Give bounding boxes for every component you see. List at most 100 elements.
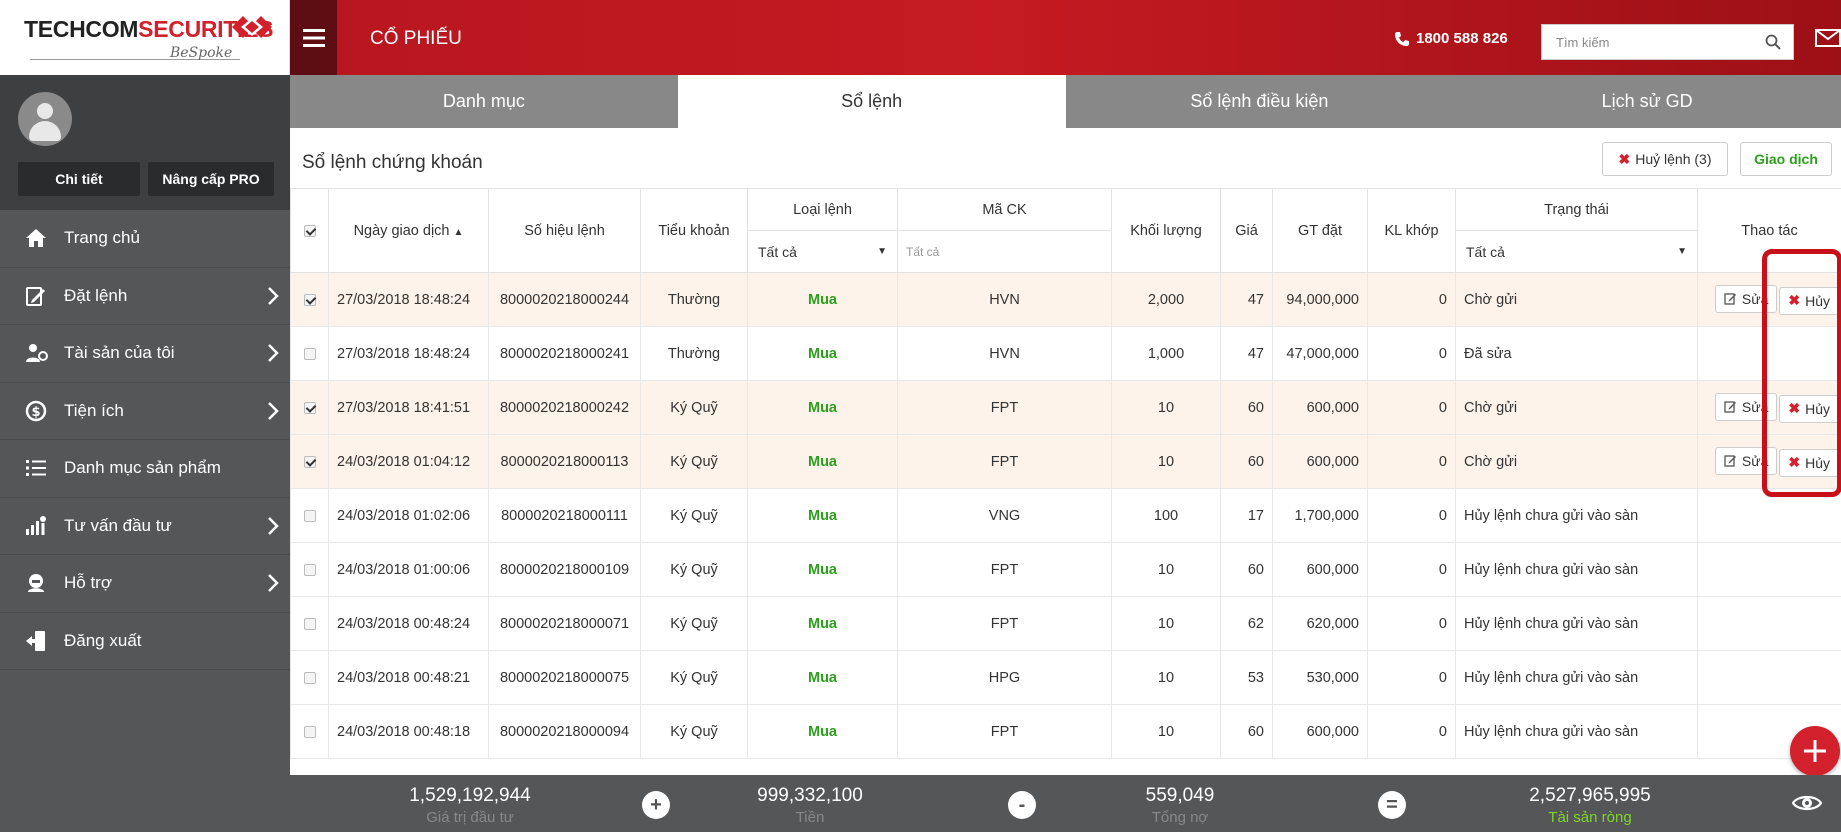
cell-matched: 0 bbox=[1367, 596, 1456, 651]
edit-order-button[interactable]: Sửa bbox=[1714, 284, 1778, 313]
avatar[interactable] bbox=[18, 92, 72, 146]
cell-value: 600,000 bbox=[1272, 434, 1368, 489]
upgrade-pro-button[interactable]: Nâng cấp PRO bbox=[148, 162, 274, 196]
cell-price: 17 bbox=[1220, 488, 1273, 543]
col-date[interactable]: Ngày giao dịch ▲ bbox=[328, 188, 489, 273]
cell-actions bbox=[1697, 542, 1841, 597]
cell-status: Hủy lệnh chưa gửi vào sàn bbox=[1455, 596, 1698, 651]
cell-volume: 2,000 bbox=[1111, 272, 1221, 327]
sidebar-item-home[interactable]: Trang chủ bbox=[0, 210, 290, 268]
row-checkbox[interactable] bbox=[303, 563, 316, 576]
row-checkbox[interactable] bbox=[303, 401, 316, 414]
search-icon[interactable] bbox=[1765, 34, 1781, 50]
sidebar-item-assets[interactable]: Tài sản của tôi bbox=[0, 325, 290, 383]
cell-status: Hủy lệnh chưa gửi vào sàn bbox=[1455, 488, 1698, 543]
row-select-cell bbox=[290, 704, 329, 759]
mail-icon[interactable] bbox=[1815, 29, 1841, 47]
hotline[interactable]: 1800 588 826 bbox=[1394, 30, 1508, 47]
cell-side: Mua bbox=[747, 380, 898, 435]
cell-price: 60 bbox=[1220, 434, 1273, 489]
table-row[interactable]: 24/03/2018 00:48:18 8000020218000094 Ký Qu… bbox=[290, 704, 1841, 759]
cancel-order-button[interactable]: ✖ Hủy bbox=[1779, 286, 1839, 315]
table-row[interactable]: 27/03/2018 18:41:51 8000020218000242 Ký Qu… bbox=[290, 380, 1841, 435]
symbol-filter-input[interactable]: Tất cả bbox=[898, 231, 1111, 272]
cell-status: Hủy lệnh chưa gửi vào sàn bbox=[1455, 542, 1698, 597]
status-filter[interactable]: Tất cả ▼ bbox=[1456, 231, 1697, 272]
net-assets-label: Tài sản ròng bbox=[1548, 809, 1632, 826]
sidebar-item-label: Đăng xuất bbox=[64, 630, 142, 650]
status-filter-cell: Tất cả ▼ bbox=[1455, 230, 1698, 273]
row-checkbox[interactable] bbox=[303, 617, 316, 630]
eye-icon[interactable] bbox=[1792, 793, 1822, 813]
trade-button[interactable]: Giao dịch bbox=[1740, 142, 1832, 176]
panel-header: Sổ lệnh chứng khoán ✖ Huỷ lệnh (3) Giao … bbox=[290, 128, 1841, 188]
cancel-order-button[interactable]: ✖ Hủy bbox=[1779, 448, 1839, 477]
search-input[interactable] bbox=[1542, 25, 1752, 59]
select-all-checkbox[interactable] bbox=[303, 224, 316, 237]
cell-matched: 0 bbox=[1367, 704, 1456, 759]
order-table-container[interactable]: Ngày giao dịch ▲ Số hiệu lệnh Tiểu khoản… bbox=[290, 188, 1841, 775]
brand-logo[interactable]: TECHCOMSECURITIES BeSpoke bbox=[0, 0, 290, 75]
table-row[interactable]: 27/03/2018 18:48:24 8000020218000241 Thườn… bbox=[290, 326, 1841, 381]
row-select-cell bbox=[290, 596, 329, 651]
tab-trade-history[interactable]: Lịch sử GD bbox=[1453, 75, 1841, 128]
row-checkbox[interactable] bbox=[303, 347, 316, 360]
dropdown-arrow-icon: ▼ bbox=[1677, 246, 1687, 257]
row-checkbox[interactable] bbox=[303, 455, 316, 468]
cell-side: Mua bbox=[747, 326, 898, 381]
table-row[interactable]: 27/03/2018 18:48:24 8000020218000244 Thườn… bbox=[290, 272, 1841, 327]
cell-actions bbox=[1697, 596, 1841, 651]
equals-operator-icon: = bbox=[1378, 791, 1406, 819]
sidebar-item-advisory[interactable]: Tư vấn đầu tư bbox=[0, 498, 290, 555]
advisory-icon bbox=[22, 514, 50, 538]
row-checkbox[interactable] bbox=[303, 671, 316, 684]
detail-button[interactable]: Chi tiết bbox=[18, 162, 140, 196]
table-row[interactable]: 24/03/2018 00:48:21 8000020218000075 Ký Qu… bbox=[290, 650, 1841, 705]
table-row[interactable]: 24/03/2018 01:04:12 8000020218000113 Ký Qu… bbox=[290, 434, 1841, 489]
tab-bar: Danh mục Sổ lệnh Sổ lệnh điều kiện Lịch … bbox=[290, 75, 1841, 128]
sidebar-item-products[interactable]: Danh mục sản phẩm bbox=[0, 440, 290, 498]
cell-side: Mua bbox=[747, 704, 898, 759]
sidebar-item-logout[interactable]: Đăng xuất bbox=[0, 613, 290, 670]
tab-portfolio[interactable]: Danh mục bbox=[290, 75, 678, 128]
row-checkbox[interactable] bbox=[303, 293, 316, 306]
tab-order-book[interactable]: Sổ lệnh bbox=[677, 75, 1066, 128]
cell-side: Mua bbox=[747, 596, 898, 651]
cancel-label: Hủy bbox=[1805, 454, 1830, 471]
edit-label: Sửa bbox=[1741, 290, 1769, 307]
cancel-order-button[interactable]: ✖ Hủy bbox=[1779, 394, 1839, 423]
sidebar-item-utilities[interactable]: $ Tiện ích bbox=[0, 383, 290, 440]
net-assets-summary: 2,527,965,995 Tài sản ròng bbox=[1470, 785, 1710, 826]
cell-actions bbox=[1697, 326, 1841, 381]
home-icon bbox=[22, 226, 50, 250]
cancel-orders-button[interactable]: ✖ Huỷ lệnh (3) bbox=[1602, 142, 1728, 176]
sidebar-item-order[interactable]: Đặt lệnh bbox=[0, 268, 290, 325]
cash-summary: 999,332,100 Tiền bbox=[710, 785, 910, 826]
support-icon bbox=[22, 571, 50, 595]
sidebar-menu: Trang chủ Đặt lệnh Tài sản của tôi $ Tiệ… bbox=[0, 210, 290, 670]
investment-summary: 1,529,192,944 Giá trị đầu tư bbox=[350, 785, 590, 826]
col-matched: KL khớp bbox=[1367, 188, 1456, 273]
menu-toggle-button[interactable] bbox=[290, 0, 337, 75]
sidebar-item-support[interactable]: Hỗ trợ bbox=[0, 555, 290, 613]
add-fab-button[interactable] bbox=[1790, 726, 1840, 776]
order-type-filter-cell: Tất cả ▼ bbox=[747, 230, 898, 273]
row-checkbox[interactable] bbox=[303, 509, 316, 522]
edit-order-button[interactable]: Sửa bbox=[1714, 446, 1778, 475]
cell-volume: 100 bbox=[1111, 488, 1221, 543]
cell-symbol: VNG bbox=[897, 488, 1112, 543]
panel-title: Sổ lệnh chứng khoán bbox=[302, 152, 483, 173]
row-checkbox[interactable] bbox=[303, 725, 316, 738]
cell-date: 24/03/2018 00:48:21 bbox=[328, 650, 489, 705]
table-row[interactable]: 24/03/2018 01:00:06 8000020218000109 Ký Qu… bbox=[290, 542, 1841, 597]
cell-symbol: FPT bbox=[897, 704, 1112, 759]
cell-matched: 0 bbox=[1367, 272, 1456, 327]
order-type-filter[interactable]: Tất cả ▼ bbox=[748, 231, 897, 272]
tab-conditional-order-book[interactable]: Sổ lệnh điều kiện bbox=[1065, 75, 1454, 128]
minus-operator-icon: - bbox=[1008, 791, 1036, 819]
edit-order-button[interactable]: Sửa bbox=[1714, 392, 1778, 421]
cell-status: Chờ gửi bbox=[1455, 272, 1698, 327]
cell-date: 24/03/2018 00:48:24 bbox=[328, 596, 489, 651]
table-row[interactable]: 24/03/2018 00:48:24 8000020218000071 Ký Qu… bbox=[290, 596, 1841, 651]
table-row[interactable]: 24/03/2018 01:02:06 8000020218000111 Ký Qu… bbox=[290, 488, 1841, 543]
